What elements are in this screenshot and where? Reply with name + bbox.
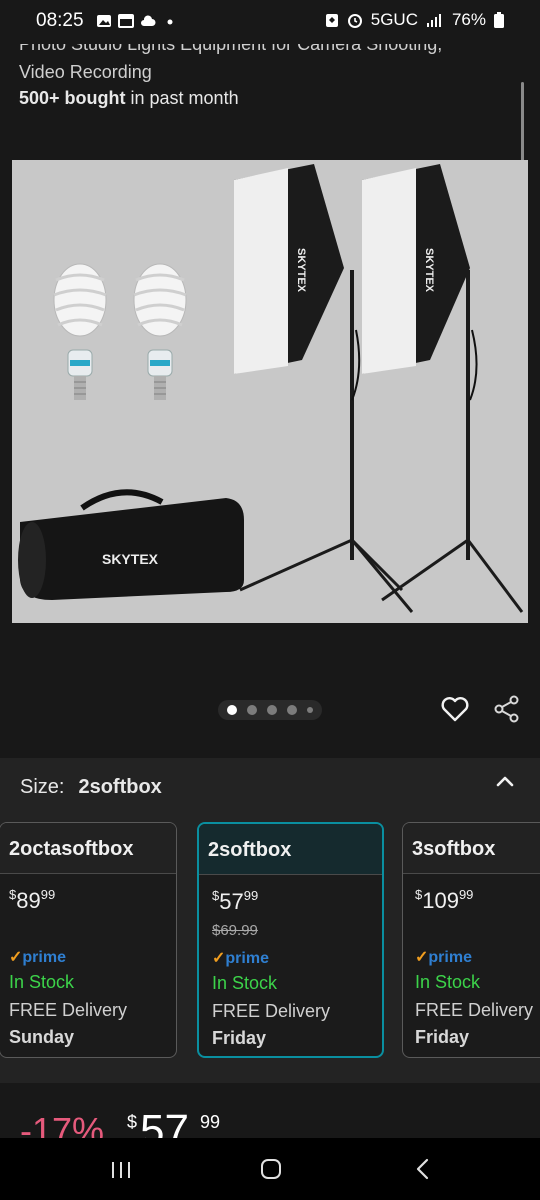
price-whole: 57: [140, 1106, 189, 1138]
size-selected-value: 2softbox: [78, 776, 162, 798]
notification-icons: [96, 13, 178, 29]
status-bar: 08:25 5GUC 76%: [0, 0, 540, 44]
product-title[interactable]: Photo Studio Lights Equipment for Camera…: [19, 44, 519, 86]
battery-icon: [494, 12, 504, 28]
image-pager[interactable]: [218, 700, 322, 720]
battery-percent: 76%: [451, 10, 486, 29]
battery-saver-icon: [325, 14, 338, 27]
delivery-day: Sunday: [9, 1027, 75, 1047]
price-block: -17% $ 57 99: [0, 1098, 540, 1138]
share-icon[interactable]: [492, 694, 522, 724]
pager-dot-1[interactable]: [227, 705, 237, 715]
delivery-label: FREE Delivery: [212, 1001, 331, 1021]
cloud-icon: [141, 15, 156, 26]
stock-status: In Stock: [9, 972, 75, 992]
size-option-name: 3softbox: [403, 823, 540, 874]
alarm-icon: [347, 14, 362, 28]
product-photo: SKYTEX SKYTEX SKYTEX: [12, 160, 528, 623]
chevron-up-icon[interactable]: [494, 770, 516, 792]
pager-dot-4[interactable]: [287, 705, 297, 715]
stock-status: In Stock: [212, 973, 278, 993]
product-title-line2: Video Recording: [19, 62, 152, 82]
size-option-3softbox[interactable]: 3softbox $10999 ✓prime In Stock FREE Del…: [402, 822, 540, 1058]
home-icon[interactable]: [260, 1158, 282, 1180]
price-dollar: $: [127, 1112, 138, 1132]
size-label: Size:: [20, 776, 65, 798]
status-right: 5GUC 76%: [325, 10, 504, 30]
stock-status: In Stock: [415, 972, 481, 992]
pager-dot-2[interactable]: [247, 705, 257, 715]
status-time: 08:25: [36, 10, 84, 31]
prime-badge: ✓prime: [415, 949, 472, 966]
size-option-price: $8999: [9, 887, 56, 913]
delivery-label: FREE Delivery: [9, 1000, 128, 1020]
prime-badge: ✓prime: [212, 950, 269, 967]
network-type: 5GUC: [370, 10, 418, 29]
size-option-name: 2octasoftbox: [0, 823, 176, 874]
bag-brand: SKYTEX: [102, 551, 159, 567]
size-option-name: 2softbox: [199, 824, 382, 875]
calendar-icon: [118, 14, 134, 28]
softbox-left-brand: SKYTEX: [295, 248, 307, 293]
size-header[interactable]: Size: 2softbox: [20, 776, 162, 799]
size-option-price: $5799: [212, 888, 259, 914]
size-option-2octasoftbox[interactable]: 2octasoftbox $8999 ✓prime In Stock FREE …: [0, 822, 177, 1058]
list-price: $69.99: [212, 922, 258, 939]
bought-info: 500+ bought in past month: [19, 88, 239, 109]
pager-dot-5[interactable]: [307, 707, 313, 713]
delivery-label: FREE Delivery: [415, 1000, 534, 1020]
bought-period: in past month: [125, 88, 239, 108]
back-icon[interactable]: [414, 1158, 432, 1180]
delivery-day: Friday: [415, 1027, 470, 1047]
softbox-right-brand: SKYTEX: [423, 248, 435, 293]
recent-apps-icon[interactable]: [110, 1160, 132, 1180]
size-option-2softbox[interactable]: 2softbox $5799 $69.99 ✓prime In Stock FR…: [197, 822, 384, 1058]
signal-icon: [426, 14, 441, 27]
delivery-day: Friday: [212, 1028, 267, 1048]
gallery-icon: [97, 15, 111, 27]
dot-icon: [167, 19, 173, 25]
size-option-price: $10999: [415, 887, 474, 913]
pager-dot-3[interactable]: [267, 705, 277, 715]
price-cents: 99: [200, 1112, 221, 1132]
product-title-line1: Photo Studio Lights Equipment for Camera…: [19, 44, 443, 54]
bought-count: 500+ bought: [19, 88, 126, 108]
product-image[interactable]: SKYTEX SKYTEX SKYTEX: [12, 160, 528, 623]
discount-percent: -17%: [20, 1110, 105, 1138]
wishlist-heart-icon[interactable]: [440, 694, 470, 724]
prime-badge: ✓prime: [9, 949, 66, 966]
